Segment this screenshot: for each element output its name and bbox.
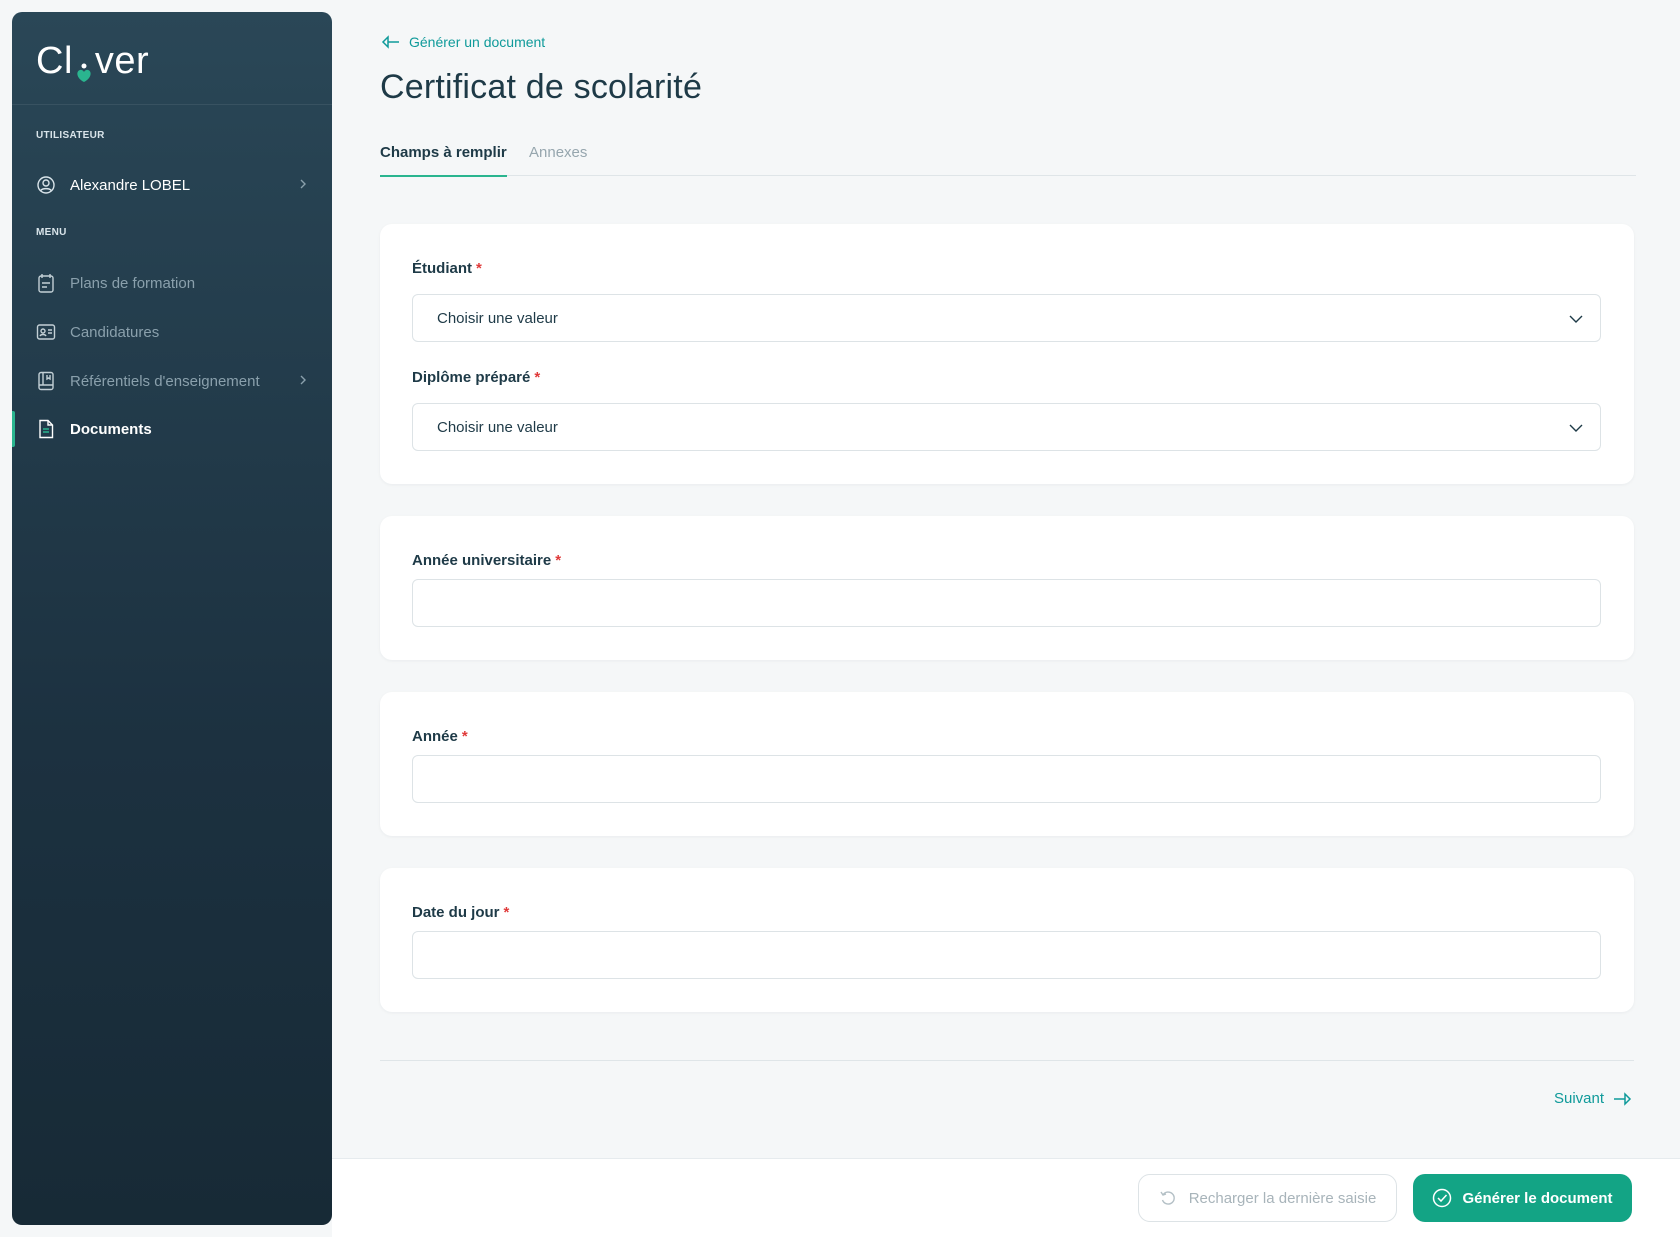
reload-last-entry-button[interactable]: Recharger la dernière saisie bbox=[1138, 1174, 1397, 1222]
check-circle-icon bbox=[1433, 1188, 1452, 1208]
generate-document-button[interactable]: Générer le document bbox=[1413, 1174, 1632, 1222]
sidebar-item-label: Référentiels d'enseignement bbox=[70, 372, 260, 390]
document-icon bbox=[36, 419, 56, 439]
arrow-left-icon bbox=[381, 35, 399, 49]
page-title: Certificat de scolarité bbox=[380, 68, 703, 106]
sidebar-item-candidatures[interactable]: Candidatures bbox=[12, 312, 332, 352]
sidebar-item-plans-de-formation[interactable]: Plans de formation bbox=[12, 263, 332, 303]
diplome-select-value: Choisir une valeur bbox=[437, 418, 558, 436]
etudiant-select[interactable]: Choisir une valeur bbox=[412, 294, 1601, 342]
logo-text-right: ver bbox=[94, 40, 150, 82]
reload-button-label: Recharger la dernière saisie bbox=[1188, 1189, 1377, 1207]
diplome-label: Diplôme préparé * bbox=[412, 369, 541, 386]
card-etudiant-diplome: Étudiant * Choisir une valeur Diplôme pré… bbox=[380, 224, 1634, 484]
required-mark: * bbox=[555, 552, 562, 569]
id-card-icon bbox=[36, 322, 56, 342]
sidebar-item-label: Candidatures bbox=[70, 323, 160, 341]
tabs: Champs à remplir Annexes bbox=[380, 140, 1636, 177]
arrow-right-icon bbox=[1614, 1091, 1632, 1106]
required-mark: * bbox=[534, 369, 541, 386]
sidebar-item-documents[interactable]: Documents bbox=[12, 409, 332, 449]
sidebar-item-label: Plans de formation bbox=[70, 274, 196, 292]
reload-icon bbox=[1160, 1191, 1175, 1205]
date-du-jour-label: Date du jour * bbox=[412, 904, 510, 921]
sidebar-item-label: Documents bbox=[70, 420, 152, 438]
chevron-down-icon bbox=[1569, 315, 1583, 323]
sidebar-item-referentiels[interactable]: Référentiels d'enseignement bbox=[12, 361, 332, 401]
logo-text-left: Cl bbox=[36, 40, 73, 82]
annee-universitaire-label: Année universitaire * bbox=[412, 552, 562, 569]
bottom-divider bbox=[380, 1060, 1634, 1061]
notebook-icon bbox=[36, 371, 56, 391]
leaf-icon bbox=[74, 53, 94, 82]
date-du-jour-input[interactable] bbox=[412, 931, 1601, 979]
card-annee-universitaire: Année universitaire * bbox=[380, 516, 1634, 660]
back-link-label: Générer un document bbox=[409, 34, 546, 50]
user-name: Alexandre LOBEL bbox=[70, 176, 191, 194]
annee-universitaire-input[interactable] bbox=[412, 579, 1601, 627]
user-section-label: UTILISATEUR bbox=[36, 130, 105, 141]
chevron-down-icon bbox=[1569, 424, 1583, 432]
required-mark: * bbox=[503, 904, 510, 921]
etudiant-label: Étudiant * bbox=[412, 260, 482, 277]
tab-champs-a-remplir[interactable]: Champs à remplir bbox=[380, 144, 507, 177]
clover-logo[interactable]: Cl ver bbox=[36, 40, 150, 82]
generate-button-label: Générer le document bbox=[1462, 1189, 1613, 1207]
annee-label: Année * bbox=[412, 728, 468, 745]
menu-section-label: MENU bbox=[36, 227, 67, 238]
book-icon bbox=[36, 273, 56, 293]
next-link-label: Suivant bbox=[1554, 1090, 1605, 1107]
next-link[interactable]: Suivant bbox=[1554, 1090, 1632, 1107]
required-mark: * bbox=[476, 260, 482, 277]
sidebar-user[interactable]: Alexandre LOBEL bbox=[12, 165, 332, 205]
chevron-right-icon bbox=[300, 179, 306, 189]
card-annee: Année * bbox=[380, 692, 1634, 836]
etudiant-select-value: Choisir une valeur bbox=[437, 309, 558, 327]
back-link[interactable]: Générer un document bbox=[381, 34, 545, 50]
sidebar: Cl ver UTILISATEUR Alexandre LOBEL MENU … bbox=[12, 12, 332, 1225]
required-mark: * bbox=[461, 728, 468, 745]
annee-input[interactable] bbox=[412, 755, 1601, 803]
user-icon bbox=[36, 175, 56, 195]
diplome-select[interactable]: Choisir une valeur bbox=[412, 403, 1601, 451]
chevron-right-icon bbox=[300, 375, 306, 385]
card-date-du-jour: Date du jour * bbox=[380, 868, 1634, 1012]
tab-annexes[interactable]: Annexes bbox=[529, 144, 587, 175]
logo-divider bbox=[12, 104, 332, 105]
